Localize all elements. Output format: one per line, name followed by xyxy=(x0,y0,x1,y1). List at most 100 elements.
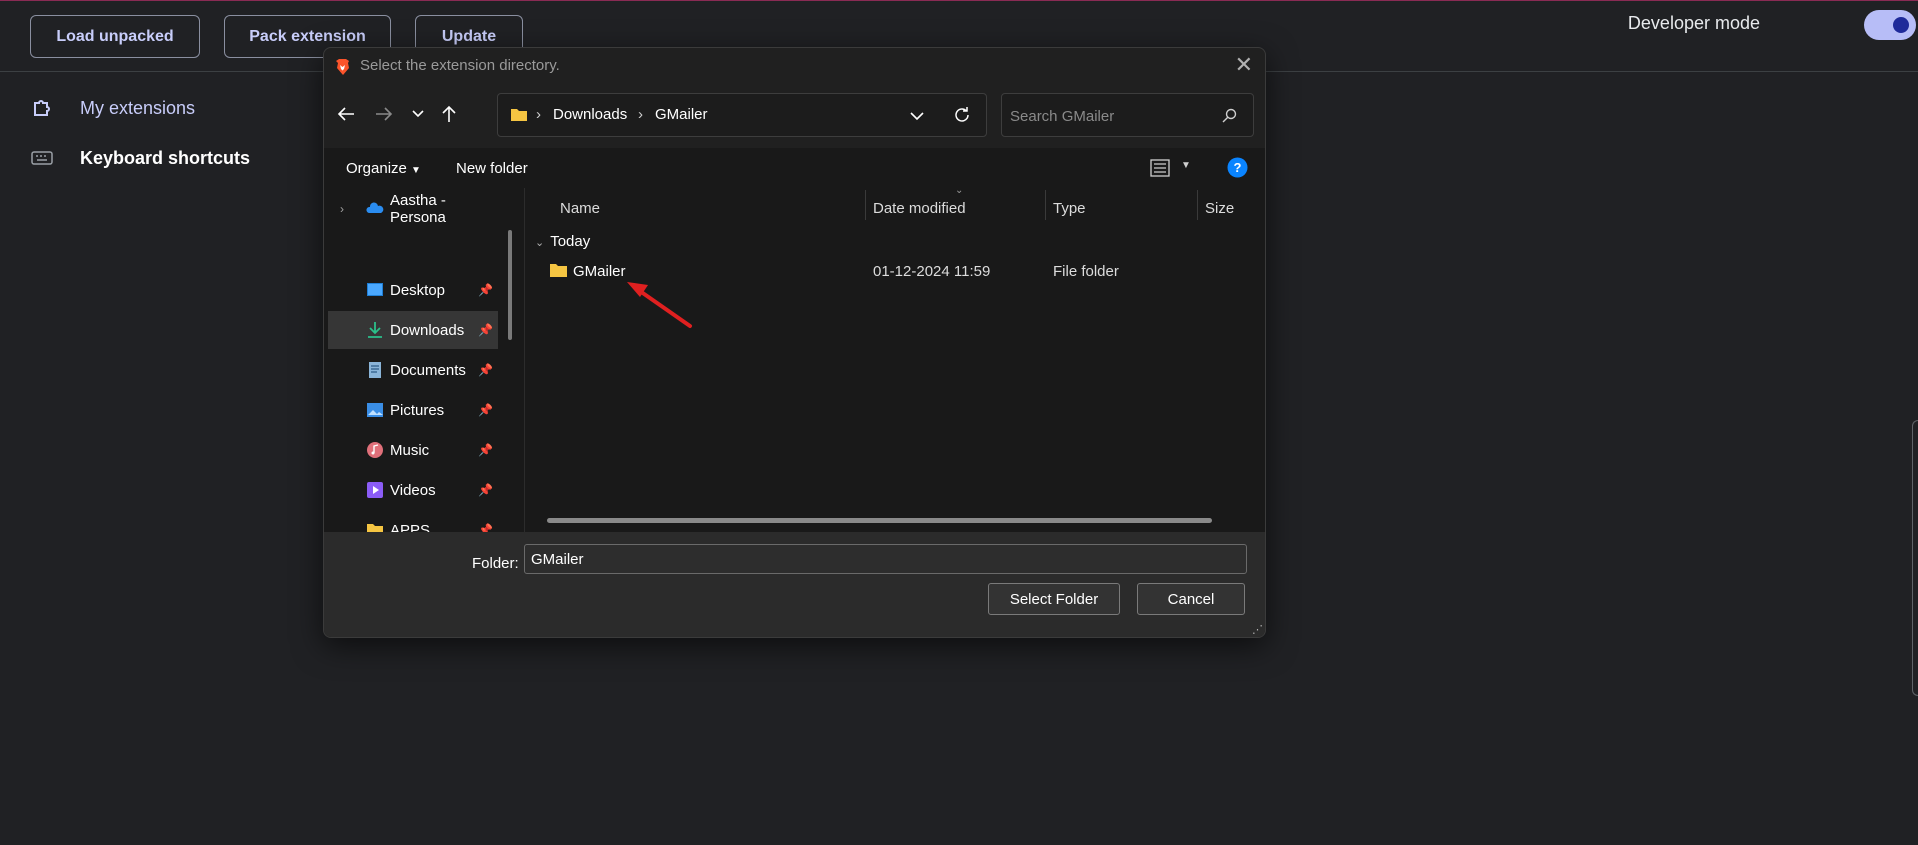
help-icon[interactable]: ? xyxy=(1227,157,1248,178)
caret-down-icon: ▼ xyxy=(411,165,421,176)
folder-icon xyxy=(367,524,383,532)
view-options-icon[interactable] xyxy=(1150,159,1170,177)
sidebar-item-label: Keyboard shortcuts xyxy=(80,147,251,168)
group-header-today[interactable]: ⌄ Today xyxy=(535,233,590,250)
pin-icon: 📌 xyxy=(478,403,493,417)
download-icon xyxy=(368,322,382,338)
brave-logo-icon xyxy=(336,59,349,75)
breadcrumb-separator-icon: › xyxy=(536,106,541,123)
forward-arrow-icon xyxy=(376,107,393,121)
column-divider[interactable] xyxy=(865,190,866,220)
sidebar-item-my-extensions[interactable]: My extensions xyxy=(30,96,195,120)
select-folder-dialog: Select the extension directory. ✕ › Down… xyxy=(323,47,1266,638)
puzzle-icon xyxy=(30,96,54,120)
back-button[interactable] xyxy=(330,98,362,130)
up-arrow-icon xyxy=(442,105,456,122)
command-bar: Organize ▼ New folder ▼ ? xyxy=(324,148,1265,188)
pin-icon: 📌 xyxy=(478,283,493,297)
dialog-title: Select the extension directory. xyxy=(360,57,560,74)
toggle-knob xyxy=(1893,17,1909,33)
back-arrow-icon xyxy=(337,107,354,121)
developer-mode-toggle[interactable] xyxy=(1864,10,1916,40)
nav-item-music[interactable]: Music 📌 xyxy=(328,431,498,469)
file-list-pane: ⌄ Name Date modified Type Size ⌄ Today GM… xyxy=(524,185,1265,532)
chevron-right-icon[interactable]: › xyxy=(340,202,344,216)
folder-name-input[interactable] xyxy=(524,544,1247,574)
pin-icon: 📌 xyxy=(478,523,493,532)
search-box xyxy=(1001,93,1254,137)
desktop-icon xyxy=(367,283,383,296)
nav-item-label: Desktop xyxy=(390,281,446,299)
column-header-name[interactable]: Name xyxy=(560,200,600,217)
nav-item-label: Videos xyxy=(390,481,436,499)
pin-icon: 📌 xyxy=(478,443,493,457)
nav-item-documents[interactable]: Documents 📌 xyxy=(328,351,498,389)
nav-item-label: APPS xyxy=(390,521,431,533)
file-type: File folder xyxy=(1053,263,1119,280)
resize-grip-icon[interactable]: ⋰ xyxy=(1252,623,1263,636)
recent-locations-button[interactable] xyxy=(402,98,434,130)
chevron-down-icon xyxy=(412,110,424,118)
column-header-date-modified[interactable]: Date modified xyxy=(873,200,966,217)
view-dropdown-icon[interactable]: ▼ xyxy=(1181,160,1191,171)
pin-icon: 📌 xyxy=(478,363,493,377)
nav-item-label: Downloads xyxy=(390,321,465,339)
file-date-modified: 01-12-2024 11:59 xyxy=(873,263,991,280)
column-divider[interactable] xyxy=(1045,190,1046,220)
videos-icon xyxy=(367,482,383,498)
search-input[interactable] xyxy=(1010,105,1210,127)
music-icon xyxy=(367,442,383,458)
pictures-icon xyxy=(367,403,383,417)
folder-icon xyxy=(550,264,567,277)
select-folder-button[interactable]: Select Folder xyxy=(988,583,1120,615)
documents-icon xyxy=(369,362,381,378)
nav-item-downloads[interactable]: Downloads 📌 xyxy=(328,311,498,349)
developer-mode-label: Developer mode xyxy=(1627,13,1760,33)
column-divider[interactable] xyxy=(1197,190,1198,220)
nav-item-videos[interactable]: Videos 📌 xyxy=(328,471,498,509)
refresh-icon[interactable] xyxy=(953,106,971,124)
cancel-button[interactable]: Cancel xyxy=(1137,583,1245,615)
new-folder-button[interactable]: New folder xyxy=(456,160,528,177)
organize-menu[interactable]: Organize ▼ xyxy=(346,160,421,177)
column-header-type[interactable]: Type xyxy=(1053,200,1086,217)
file-row[interactable]: GMailer 01-12-2024 11:59 File folder xyxy=(533,258,1253,288)
up-button[interactable] xyxy=(433,98,465,130)
chevron-down-icon: ⌄ xyxy=(535,237,545,249)
nav-item-label: Aastha - Persona xyxy=(390,192,446,226)
nav-item-label: Music xyxy=(390,441,430,459)
close-icon[interactable]: ✕ xyxy=(1235,52,1253,78)
address-bar[interactable]: › Downloads › GMailer xyxy=(497,93,987,137)
folder-icon xyxy=(511,109,527,121)
keyboard-icon xyxy=(30,146,54,170)
file-name: GMailer xyxy=(573,263,626,280)
search-icon[interactable] xyxy=(1222,108,1237,123)
sidebar-item-keyboard-shortcuts[interactable]: Keyboard shortcuts xyxy=(30,146,250,170)
forward-button[interactable] xyxy=(368,98,400,130)
sidebar-item-label: My extensions xyxy=(80,97,196,118)
nav-item-onedrive[interactable]: › Aastha - Persona xyxy=(328,190,498,228)
folder-label: Folder: xyxy=(472,555,519,572)
nav-item-apps[interactable]: APPS 📌 xyxy=(328,511,498,532)
load-unpacked-button[interactable]: Load unpacked xyxy=(30,15,200,58)
group-label: Today xyxy=(550,233,591,250)
nav-item-pictures[interactable]: Pictures 📌 xyxy=(328,391,498,429)
horizontal-scrollbar[interactable] xyxy=(547,518,1212,523)
address-dropdown-icon[interactable] xyxy=(910,112,924,121)
column-header-size[interactable]: Size xyxy=(1205,200,1234,217)
dialog-titlebar: Select the extension directory. ✕ xyxy=(324,48,1265,84)
nav-item-desktop[interactable]: Desktop 📌 xyxy=(328,271,498,309)
pin-icon: 📌 xyxy=(478,483,493,497)
sort-indicator-icon: ⌄ xyxy=(955,185,964,196)
onedrive-icon xyxy=(366,202,384,213)
organize-label: Organize xyxy=(346,160,407,177)
nav-item-label: Documents xyxy=(390,361,466,379)
svg-text:?: ? xyxy=(1234,160,1242,175)
navigation-pane: › Aastha - Persona Desktop 📌 Downloads 📌… xyxy=(324,188,524,532)
breadcrumb-separator-icon: › xyxy=(638,106,643,123)
nav-scrollbar[interactable] xyxy=(508,230,512,340)
breadcrumb-downloads[interactable]: Downloads xyxy=(553,106,627,123)
breadcrumb-gmailer[interactable]: GMailer xyxy=(655,106,708,123)
dialog-footer: Folder: Select Folder Cancel ⋰ xyxy=(324,532,1265,637)
edge-panel xyxy=(1912,420,1918,696)
